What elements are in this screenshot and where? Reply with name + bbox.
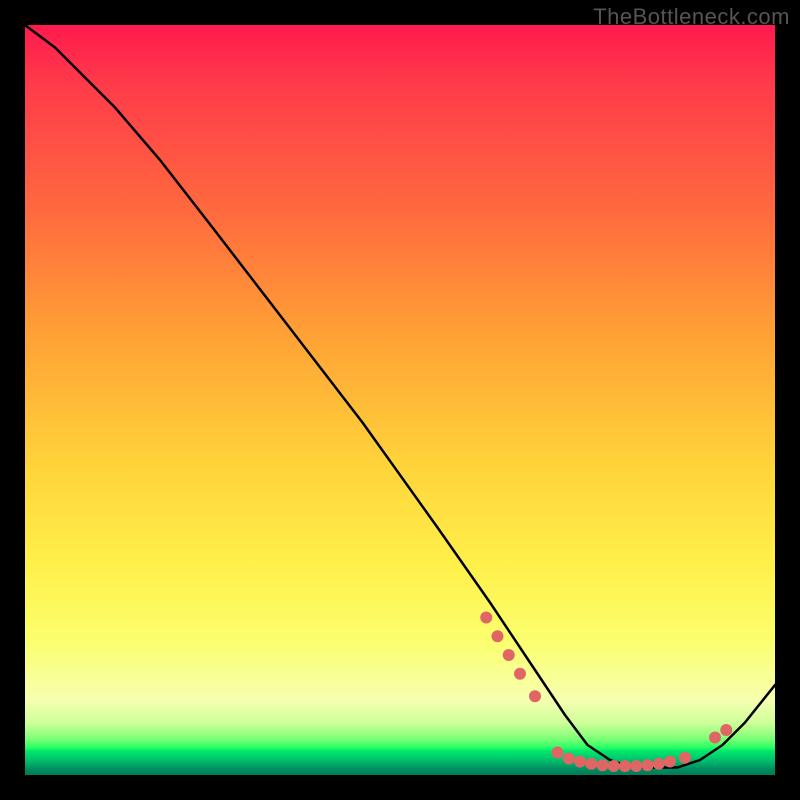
chart-frame: TheBottleneck.com: [0, 0, 800, 800]
gradient-background: [25, 25, 775, 775]
plot-area: [25, 25, 775, 775]
